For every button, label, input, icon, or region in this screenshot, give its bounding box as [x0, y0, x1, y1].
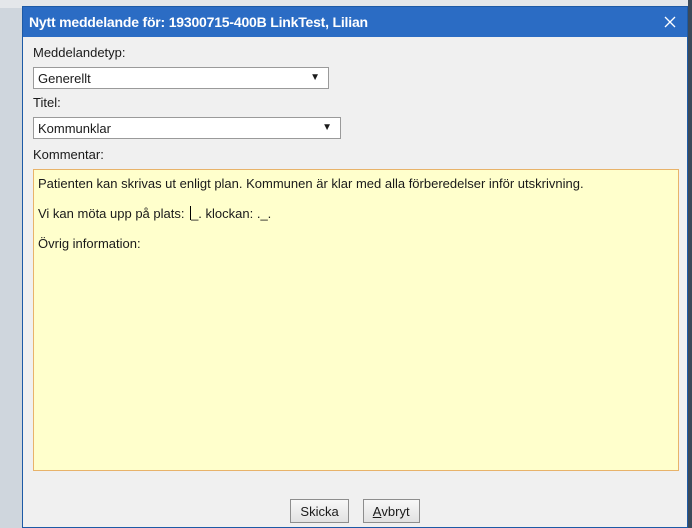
dialog-buttons: Skicka Avbryt	[23, 499, 687, 523]
dialog-title: Nytt meddelande för: 19300715-400B LinkT…	[29, 14, 368, 30]
title-value: Kommunklar	[38, 120, 111, 136]
comment-textarea[interactable]: Patienten kan skrivas ut enligt plan. Ko…	[33, 169, 679, 471]
close-icon	[664, 16, 676, 28]
comment-line-2: Vi kan möta upp på plats: _. klockan: ._…	[38, 206, 674, 222]
new-message-dialog: Nytt meddelande för: 19300715-400B LinkT…	[22, 6, 688, 528]
title-select[interactable]: Kommunklar ▼	[33, 117, 341, 139]
background-window-edge-right	[688, 0, 692, 528]
cancel-label-rest: vbryt	[381, 503, 410, 519]
comment-line-2-text: Vi kan möta upp på plats:	[38, 206, 189, 221]
cancel-button[interactable]: Avbryt	[362, 499, 420, 523]
dialog-titlebar[interactable]: Nytt meddelande för: 19300715-400B LinkT…	[23, 7, 687, 37]
message-type-label: Meddelandetyp:	[33, 45, 126, 60]
comment-label: Kommentar:	[33, 147, 104, 162]
comment-line-1: Patienten kan skrivas ut enligt plan. Ko…	[38, 176, 584, 191]
message-type-value: Generellt	[38, 70, 91, 86]
comment-line-2-rest: _. klockan: ._.	[191, 206, 272, 221]
close-button[interactable]	[659, 11, 681, 33]
dialog-content: Meddelandetyp: Generellt ▼ Titel: Kommun…	[23, 37, 687, 471]
dropdown-arrow-icon: ▼	[322, 122, 332, 133]
send-button[interactable]: Skicka	[290, 499, 349, 523]
title-label: Titel:	[33, 95, 61, 110]
message-type-select[interactable]: Generellt ▼	[33, 67, 329, 89]
dropdown-arrow-icon: ▼	[310, 72, 320, 83]
cancel-mnemonic: A	[372, 503, 382, 519]
comment-line-3: Övrig information:	[38, 236, 141, 251]
